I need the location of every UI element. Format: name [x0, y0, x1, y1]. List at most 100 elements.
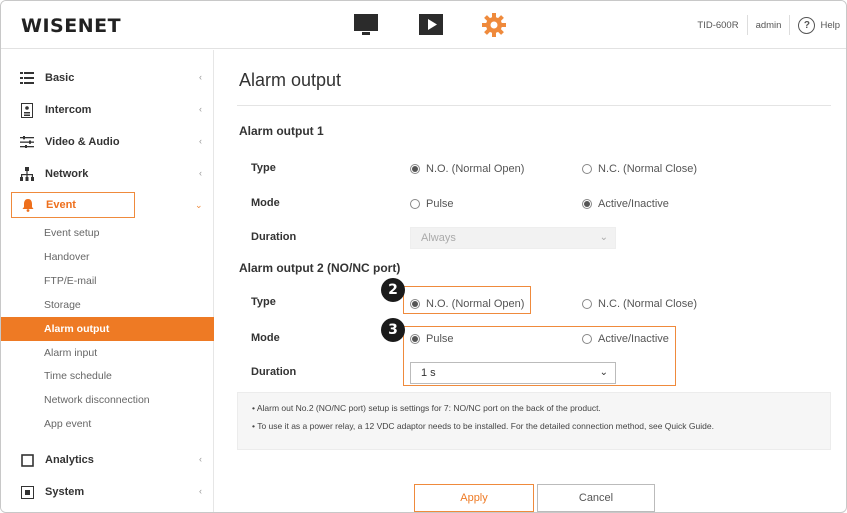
output1-mode-active-radio[interactable]: Active/Inactive [582, 198, 669, 210]
chevron-left-icon: ‹ [199, 72, 202, 82]
radio-dot [582, 334, 592, 344]
sidebar-item-video-audio[interactable]: Video & Audio ‹ [11, 128, 214, 156]
output2-type-no-radio[interactable]: N.O. (Normal Open) [410, 298, 524, 310]
square-icon [19, 452, 35, 468]
output2-duration-select[interactable]: 1 s ⌄ [410, 362, 616, 384]
header-right: TID-600R admin ? Help [697, 13, 840, 37]
note-text: Alarm out No.2 (NO/NC port) setup is set… [256, 403, 601, 413]
output2-mode-active-radio[interactable]: Active/Inactive [582, 333, 669, 345]
apply-button[interactable]: Apply [414, 484, 534, 512]
radio-label: Pulse [426, 333, 454, 345]
chevron-left-icon: ‹ [199, 168, 202, 178]
sidebar-subitem-network-disconnection[interactable]: Network disconnection [1, 388, 214, 412]
sidebar-subitem-app-event[interactable]: App event [1, 412, 214, 436]
sidebar-item-label: Analytics [45, 454, 94, 466]
radio-dot [410, 199, 420, 209]
radio-label: Active/Inactive [598, 333, 669, 345]
sidebar-subitem-time-schedule[interactable]: Time schedule [1, 364, 214, 388]
bell-icon [20, 197, 36, 213]
user-label[interactable]: admin [756, 20, 782, 31]
mode-label: Mode [251, 332, 280, 344]
app-window: WISENET TID-600R admin ? Help Basic ‹ In… [0, 0, 847, 513]
radio-dot [410, 299, 420, 309]
radio-dot [410, 334, 420, 344]
radio-label: N.O. (Normal Open) [426, 298, 525, 310]
radio-label: Pulse [426, 198, 454, 210]
chevron-left-icon: ‹ [199, 486, 202, 496]
output1-duration-select[interactable]: Always ⌄ [410, 227, 616, 249]
callout-badge: 2 [381, 278, 405, 302]
note-text: To use it as a power relay, a 12 VDC ada… [257, 421, 714, 431]
top-bar: WISENET TID-600R admin ? Help [1, 1, 846, 49]
sidebar-subitem-alarm-input[interactable]: Alarm input [1, 341, 214, 365]
radio-label: Active/Inactive [598, 198, 669, 210]
notes-box: • Alarm out No.2 (NO/NC port) setup is s… [237, 392, 831, 450]
select-value: Always [421, 232, 456, 244]
output1-type-no-radio[interactable]: N.O. (Normal Open) [410, 163, 524, 175]
sidebar-item-network[interactable]: Network ‹ [11, 160, 214, 188]
section-title-output2: Alarm output 2 (NO/NC port) [239, 261, 401, 275]
network-icon [19, 166, 35, 182]
output2-type-nc-radio[interactable]: N.C. (Normal Close) [582, 298, 697, 310]
sidebar-item-intercom[interactable]: Intercom ‹ [11, 96, 214, 124]
sidebar-subitem-alarm-output[interactable]: Alarm output [1, 317, 214, 341]
monitor-icon[interactable] [353, 12, 379, 38]
radio-label: N.C. (Normal Close) [598, 163, 698, 175]
radio-label: N.O. (Normal Open) [426, 163, 525, 175]
help-label[interactable]: Help [820, 20, 840, 31]
chevron-left-icon: ‹ [199, 136, 202, 146]
duration-label: Duration [251, 231, 297, 243]
section-title-output1: Alarm output 1 [239, 124, 324, 138]
chevron-down-icon: ⌄ [195, 200, 203, 210]
help-icon[interactable]: ? [798, 16, 816, 34]
system-icon [19, 484, 35, 500]
model-label: TID-600R [697, 19, 739, 31]
note-item: • Alarm out No.2 (NO/NC port) setup is s… [252, 403, 601, 413]
divider [746, 15, 748, 35]
sidebar-subitem-ftp-email[interactable]: FTP/E-mail [1, 269, 214, 293]
sidebar-item-event[interactable]: Event ⌄ [11, 192, 203, 218]
sidebar-item-system[interactable]: System ‹ [11, 478, 214, 506]
note-item: • To use it as a power relay, a 12 VDC a… [252, 421, 714, 431]
sidebar-subitem-event-setup[interactable]: Event setup [1, 221, 214, 245]
divider [789, 15, 791, 35]
sidebar: Basic ‹ Intercom ‹ Video & Audio ‹ Netwo… [1, 50, 214, 512]
sidebar-item-label: Video & Audio [45, 136, 120, 148]
radio-dot [410, 164, 420, 174]
select-value: 1 s [421, 367, 436, 379]
chevron-down-icon: ⌄ [599, 367, 608, 378]
mode-label: Mode [251, 197, 280, 209]
sidebar-item-label: System [45, 486, 85, 498]
sidebar-item-label: Intercom [45, 104, 92, 116]
cancel-button[interactable]: Cancel [537, 484, 655, 512]
sidebar-item-analytics[interactable]: Analytics ‹ [11, 446, 214, 474]
sidebar-subitem-storage[interactable]: Storage [1, 293, 214, 317]
divider [237, 105, 831, 106]
sidebar-item-label: Network [45, 168, 89, 180]
output1-type-nc-radio[interactable]: N.C. (Normal Close) [582, 163, 697, 175]
type-label: Type [251, 162, 276, 174]
sidebar-item-basic[interactable]: Basic ‹ [11, 64, 214, 92]
output1-mode-pulse-radio[interactable]: Pulse [410, 198, 454, 210]
sidebar-item-label: Event [46, 199, 76, 211]
chevron-left-icon: ‹ [199, 454, 202, 464]
intercom-icon [19, 102, 35, 118]
gear-icon[interactable] [481, 12, 507, 38]
radio-dot [582, 164, 592, 174]
logo: WISENET [21, 15, 122, 37]
callout-badge: 3 [381, 318, 405, 342]
play-icon[interactable] [418, 12, 444, 38]
duration-label: Duration [251, 366, 297, 378]
list-icon [19, 70, 35, 86]
page-title: Alarm output [239, 70, 342, 90]
chevron-left-icon: ‹ [199, 104, 202, 114]
sidebar-item-label: Basic [45, 72, 75, 84]
radio-dot [582, 199, 592, 209]
sidebar-subitem-handover[interactable]: Handover [1, 245, 214, 269]
output2-mode-pulse-radio[interactable]: Pulse [410, 333, 454, 345]
radio-label: N.C. (Normal Close) [598, 298, 698, 310]
chevron-down-icon: ⌄ [599, 232, 608, 243]
type-label: Type [251, 296, 276, 308]
radio-dot [582, 299, 592, 309]
sliders-icon [19, 134, 35, 150]
